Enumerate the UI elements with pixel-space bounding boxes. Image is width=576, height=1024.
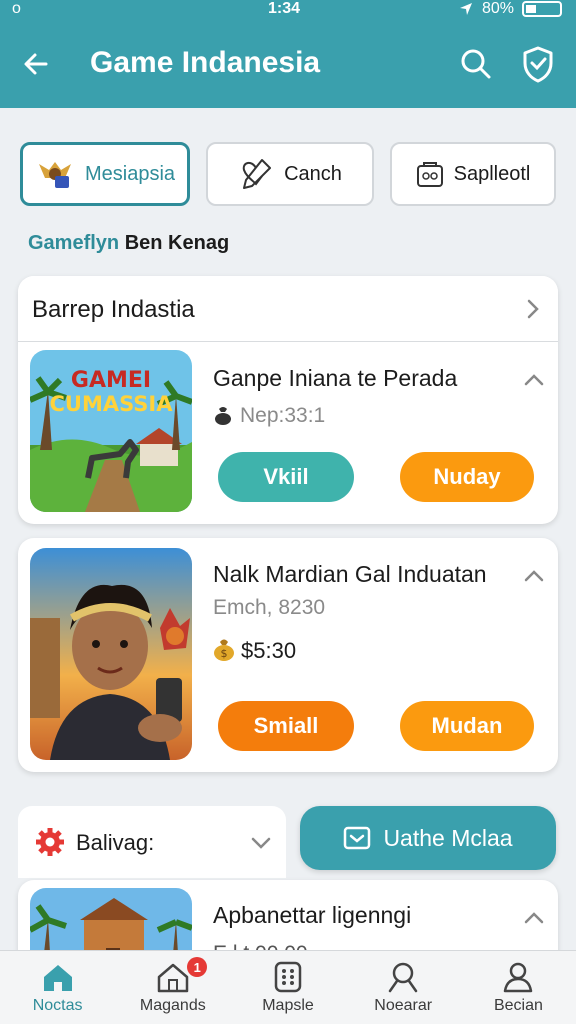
nav-item-becian[interactable]: Becian [461,951,576,1024]
nuday-button[interactable]: Nuday [400,452,534,502]
status-time: 1:34 [268,0,301,17]
home-icon [43,965,72,991]
chip-mesiapsia[interactable]: Mesiapsia [20,142,190,206]
nav-label: Noearar [374,997,433,1014]
battery-icon [522,1,562,17]
game-artwork-image [30,548,192,760]
section-heading-rest: Ben Kenag [119,232,230,254]
location-icon [459,3,472,15]
status-right: 80% [458,0,562,18]
game-title[interactable]: Nalk Mardian Gal Induatan [213,561,487,588]
nav-item-noearar[interactable]: Noearar [346,951,461,1024]
grid-icon [274,961,302,993]
mail-icon [344,826,371,850]
house-notification-icon [157,963,189,993]
nav-item-magands[interactable]: 1 Magands [115,951,230,1024]
svg-text:$: $ [221,647,228,660]
price-label: $5:30 [241,638,297,663]
chevron-up-icon[interactable] [523,568,545,582]
gear-icon [36,828,64,856]
mudan-button[interactable]: Mudan [400,701,534,751]
battery-percent: 80% [481,0,514,17]
section-heading: Gameflyn Ben Kenag [28,232,229,255]
app-bar: Game Indanesia [0,24,576,108]
chip-label: Saplleotl [453,162,531,185]
profile-icon [504,962,533,993]
game-title[interactable]: Ganpe Iniana te Perada [213,365,457,392]
chip-saplleotl[interactable]: Saplleotl [390,142,556,206]
status-bar: o 1:34 80% [0,0,576,24]
controller-box-icon [416,162,443,187]
chevron-up-icon[interactable] [523,910,545,924]
update-button-label: Uathe Mclaa [383,824,513,851]
smiall-button[interactable]: Smiall [218,701,354,751]
dropdown-label: Balivag: [76,830,155,855]
thumbnail-title-top: GAMEI [70,368,152,393]
chip-label: Canch [284,162,342,185]
nav-label: Mapsle [262,997,314,1014]
back-arrow-icon[interactable] [20,48,52,80]
nav-item-mapsle[interactable]: Mapsle [230,951,345,1024]
bottom-navigation: Noctas 1 Magands Mapsle Noearar Becian [0,950,576,1024]
shield-icon[interactable] [520,44,556,84]
filter-dropdown[interactable]: Balivag: [18,806,286,878]
game-meta: Emch, 8230 [213,596,326,619]
list-header-title: Barrep Indastia [32,296,195,323]
section-heading-accent: Gameflyn [28,232,120,254]
game-meta: Nep:33:1 [240,404,326,427]
notification-badge: 1 [187,957,208,977]
status-left: o [12,0,21,17]
nav-label: Noctas [32,997,83,1014]
game-character-icon [38,162,71,188]
chevron-right-icon[interactable] [524,298,542,320]
game-thumbnail[interactable]: GAMEI CUMASSIA [30,350,192,512]
search-icon[interactable] [458,46,494,82]
list-header[interactable]: Barrep Indastia [18,276,558,342]
update-button[interactable]: Uathe Mclaa [300,806,556,870]
thumbnail-title-bottom: CUMASSIA [49,392,173,416]
vkiil-button[interactable]: Vkiil [218,452,354,502]
heart-pen-icon [242,159,272,189]
chip-label: Mesiapsia [84,162,176,185]
nav-item-noctas[interactable]: Noctas [0,951,115,1024]
chip-canch[interactable]: Canch [206,142,374,206]
game-title[interactable]: Apbanettar ligenngi [213,902,411,929]
coin-bag-icon [215,407,231,425]
page-title: Game Indanesia [90,46,321,79]
nav-label: Magands [139,997,206,1014]
chevron-up-icon[interactable] [523,372,545,386]
game-thumbnail[interactable] [30,548,192,760]
nav-label: Becian [493,997,543,1014]
search-icon [388,962,418,993]
money-bag-icon: $ [214,639,234,661]
chevron-down-icon [251,837,271,849]
